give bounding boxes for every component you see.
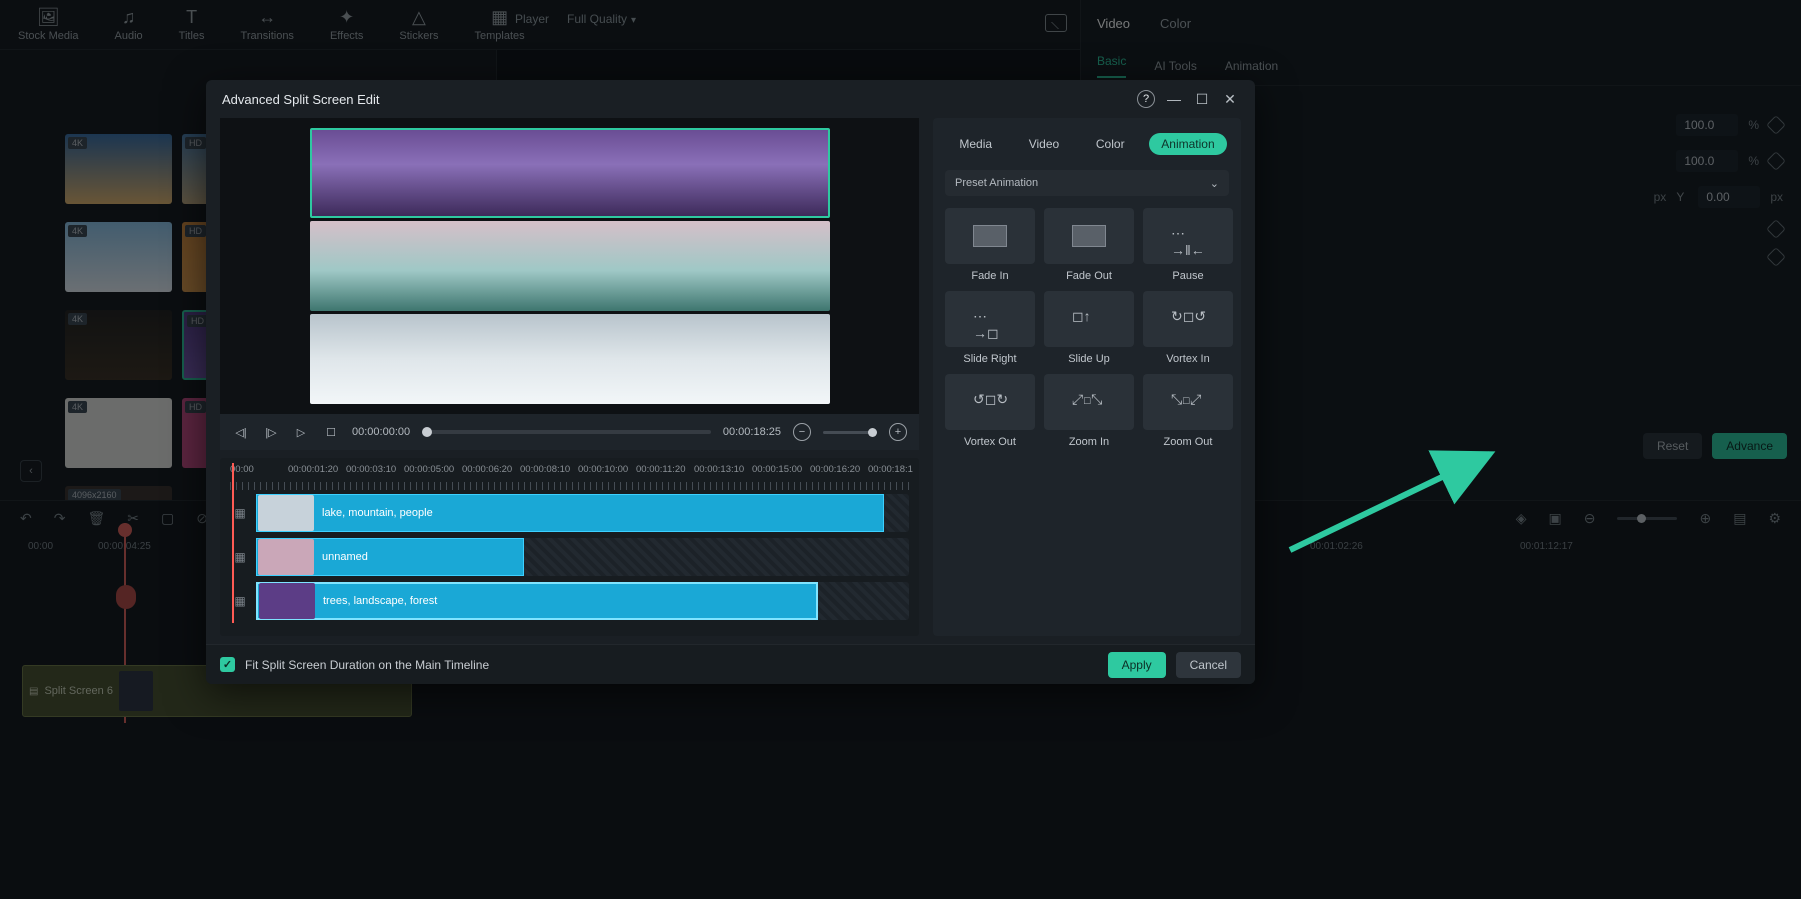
animation-preset-label: Vortex Out — [964, 436, 1016, 448]
animation-preset-fade-out[interactable]: Fade Out — [1044, 208, 1134, 282]
preview-controls: ◁| |▷ ▷ ☐ 00:00:00:00 00:00:18:25 − + — [220, 414, 919, 450]
modal-timeline-track: ▦lake, mountain, people — [230, 492, 909, 534]
preview-slot-1[interactable] — [310, 128, 830, 218]
modal-timeline-clip[interactable]: lake, mountain, people — [256, 494, 884, 532]
chevron-down-icon: ⌄ — [1210, 177, 1219, 190]
preview-scrubber[interactable] — [422, 430, 711, 434]
current-time: 00:00:00:00 — [352, 426, 410, 438]
fit-duration-label: Fit Split Screen Duration on the Main Ti… — [245, 658, 489, 672]
close-icon[interactable]: ✕ — [1221, 91, 1239, 108]
ruler-tick: 00:00:13:10 — [694, 464, 744, 475]
modal-timeline: 00:0000:00:01:2000:00:03:1000:00:05:0000… — [220, 458, 919, 636]
modal-tab-media[interactable]: Media — [947, 133, 1004, 155]
preview-slot-2[interactable] — [310, 221, 830, 311]
duration-time: 00:00:18:25 — [723, 426, 781, 438]
modal-title: Advanced Split Screen Edit — [222, 92, 380, 107]
animation-preset-label: Fade Out — [1066, 270, 1112, 282]
preset-animation-dropdown[interactable]: Preset Animation ⌄ — [945, 170, 1229, 196]
modal-side-panel: Media Video Color Animation Preset Animatio… — [933, 118, 1241, 636]
modal-timeline-track: ▦unnamed — [230, 536, 909, 578]
animation-preset-label: Vortex In — [1166, 353, 1209, 365]
animation-preset-label: Fade In — [971, 270, 1008, 282]
clip-label: unnamed — [322, 551, 368, 563]
step-forward-icon[interactable]: |▷ — [262, 423, 280, 441]
animation-preset-slide-up[interactable]: ◻↑Slide Up — [1044, 291, 1134, 365]
ruler-tick: 00:00:08:10 — [520, 464, 570, 475]
help-icon[interactable]: ? — [1137, 90, 1155, 108]
animation-preset-vortex-in[interactable]: ↻◻↺Vortex In — [1143, 291, 1233, 365]
ruler-tick: 00:00:10:00 — [578, 464, 628, 475]
animation-preset-fade-in[interactable]: Fade In — [945, 208, 1035, 282]
split-preview — [220, 118, 919, 414]
zoom-in-icon[interactable]: + — [889, 423, 907, 441]
play-icon[interactable]: ▷ — [292, 423, 310, 441]
ruler-tick: 00:00:03:10 — [346, 464, 396, 475]
modal-timeline-ruler[interactable]: 00:0000:00:01:2000:00:03:1000:00:05:0000… — [230, 464, 909, 490]
preview-slot-3[interactable] — [310, 314, 830, 404]
modal-playhead[interactable] — [232, 463, 234, 623]
ruler-tick: 00:00:05:00 — [404, 464, 454, 475]
animation-preset-label: Zoom Out — [1164, 436, 1213, 448]
ruler-tick: 00:00:16:20 — [810, 464, 860, 475]
step-back-icon[interactable]: ◁| — [232, 423, 250, 441]
ruler-tick: 00:00:15:00 — [752, 464, 802, 475]
stop-icon[interactable]: ☐ — [322, 423, 340, 441]
animation-preset-label: Pause — [1172, 270, 1203, 282]
modal-tab-video[interactable]: Video — [1017, 133, 1071, 155]
minimize-icon[interactable]: — — [1165, 91, 1183, 107]
advanced-split-screen-modal: Advanced Split Screen Edit ? — ☐ ✕ ◁| |▷… — [206, 80, 1255, 684]
zoom-out-icon[interactable]: − — [793, 423, 811, 441]
modal-timeline-track: ▦trees, landscape, forest — [230, 580, 909, 622]
fit-duration-checkbox[interactable]: ✓ — [220, 657, 235, 672]
modal-timeline-clip[interactable]: unnamed — [256, 538, 524, 576]
modal-tab-animation[interactable]: Animation — [1149, 133, 1226, 155]
ruler-tick: 00:00:06:20 — [462, 464, 512, 475]
cancel-button[interactable]: Cancel — [1176, 652, 1241, 678]
animation-preset-label: Slide Up — [1068, 353, 1110, 365]
modal-timeline-clip[interactable]: trees, landscape, forest — [256, 582, 818, 620]
modal-side-tabs: Media Video Color Animation — [941, 126, 1233, 162]
animation-preset-pause[interactable]: ⋯→‖←Pause — [1143, 208, 1233, 282]
ruler-tick: 00:00:18:1 — [868, 464, 913, 475]
animation-preset-label: Zoom In — [1069, 436, 1109, 448]
animation-preset-label: Slide Right — [963, 353, 1016, 365]
animation-preset-vortex-out[interactable]: ↺◻↻Vortex Out — [945, 374, 1035, 448]
modal-tab-color[interactable]: Color — [1084, 133, 1137, 155]
apply-button[interactable]: Apply — [1108, 652, 1166, 678]
ruler-tick: 00:00:01:20 — [288, 464, 338, 475]
animation-preset-slide-right[interactable]: ⋯→◻Slide Right — [945, 291, 1035, 365]
preview-zoom-slider[interactable] — [823, 431, 877, 434]
animation-preset-zoom-out[interactable]: ⤡◻⤢Zoom Out — [1143, 374, 1233, 448]
clip-label: trees, landscape, forest — [323, 595, 437, 607]
ruler-tick: 00:00:11:20 — [636, 464, 685, 475]
maximize-icon[interactable]: ☐ — [1193, 91, 1211, 108]
clip-label: lake, mountain, people — [322, 507, 433, 519]
animation-preset-zoom-in[interactable]: ⤢◻⤡Zoom In — [1044, 374, 1134, 448]
